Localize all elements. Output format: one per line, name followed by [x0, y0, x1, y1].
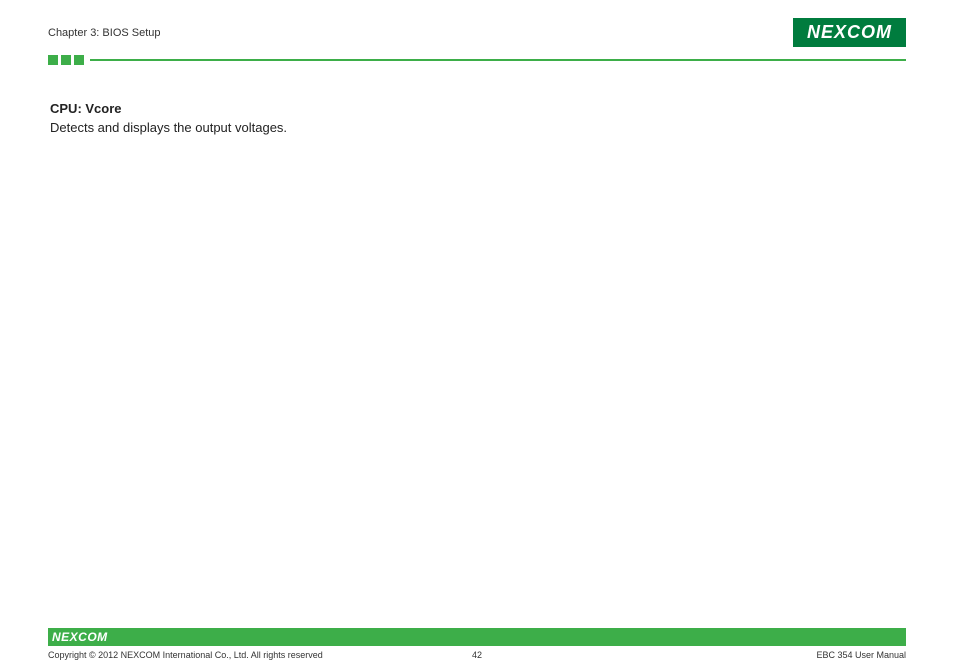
page-header: Chapter 3: BIOS Setup NEXCOM — [48, 18, 906, 47]
copyright-text: Copyright © 2012 NEXCOM International Co… — [48, 650, 323, 660]
manual-name: EBC 354 User Manual — [816, 650, 906, 660]
logo-top: NEXCOM — [793, 18, 906, 47]
section-description: Detects and displays the output voltages… — [50, 120, 906, 135]
footer-bar: NEXCOM — [48, 628, 906, 646]
main-content: CPU: Vcore Detects and displays the outp… — [48, 101, 906, 672]
square-icon — [48, 55, 58, 65]
square-icon — [61, 55, 71, 65]
chapter-title: Chapter 3: BIOS Setup — [48, 27, 161, 39]
logo-text: NEXCOM — [807, 22, 892, 43]
footer-text: Copyright © 2012 NEXCOM International Co… — [48, 650, 906, 660]
page-number: 42 — [472, 650, 482, 660]
decorative-squares — [48, 55, 84, 65]
logo-bottom: NEXCOM — [52, 630, 108, 644]
header-divider — [48, 55, 906, 65]
divider-line — [90, 59, 906, 61]
section-title: CPU: Vcore — [50, 101, 906, 116]
square-icon — [74, 55, 84, 65]
